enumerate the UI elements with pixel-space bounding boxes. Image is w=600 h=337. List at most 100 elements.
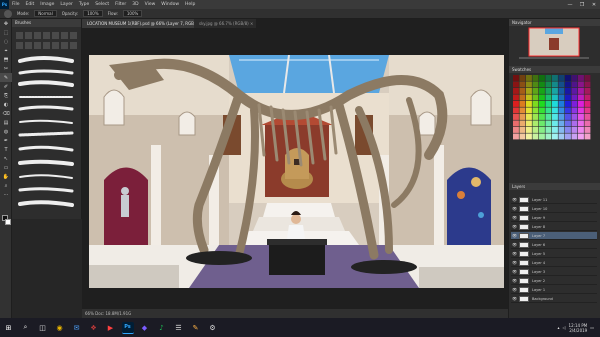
- color-swatch[interactable]: [565, 81, 571, 88]
- color-swatch[interactable]: [513, 127, 519, 133]
- layer-row[interactable]: 👁 Layer 11: [511, 196, 597, 204]
- color-swatch[interactable]: [558, 114, 565, 120]
- lasso-tool-icon[interactable]: ◌: [0, 37, 12, 46]
- color-swatch[interactable]: [545, 114, 552, 120]
- app-icon[interactable]: ◆: [139, 322, 151, 334]
- color-swatch[interactable]: [519, 107, 526, 114]
- menu-help[interactable]: Help: [182, 2, 198, 7]
- clock[interactable]: 12:14 PM 2/4/2019: [569, 323, 588, 333]
- color-swatch[interactable]: [545, 120, 552, 127]
- color-swatch[interactable]: [558, 133, 565, 140]
- flow-input[interactable]: 100%: [122, 10, 143, 17]
- color-swatch[interactable]: [571, 107, 578, 114]
- color-swatch[interactable]: [571, 75, 578, 81]
- color-swatch[interactable]: [545, 81, 552, 88]
- dodge-tool-icon[interactable]: ◍: [0, 127, 12, 136]
- color-swatch[interactable]: [584, 94, 591, 101]
- color-swatch[interactable]: [513, 120, 519, 127]
- color-swatch[interactable]: [578, 120, 584, 127]
- color-swatch[interactable]: [558, 81, 565, 88]
- color-swatch[interactable]: [526, 81, 532, 88]
- close-button[interactable]: ✕: [588, 2, 600, 8]
- color-swatch[interactable]: [565, 127, 571, 133]
- color-swatch[interactable]: [532, 101, 539, 107]
- color-swatch[interactable]: [513, 88, 519, 94]
- color-swatch[interactable]: [519, 101, 526, 107]
- layer-row[interactable]: 👁 Layer 6: [511, 241, 597, 249]
- settings-icon[interactable]: ⚙: [207, 322, 219, 334]
- network-icon[interactable]: ▴: [557, 325, 559, 330]
- brush-tool-icon[interactable]: ✎: [0, 73, 12, 82]
- color-swatch[interactable]: [578, 101, 584, 107]
- color-swatch[interactable]: [539, 107, 545, 114]
- color-swatch[interactable]: [526, 101, 532, 107]
- color-swatch[interactable]: [578, 88, 584, 94]
- color-swatch[interactable]: [584, 107, 591, 114]
- visibility-eye-icon[interactable]: 👁: [512, 214, 517, 222]
- color-swatch[interactable]: [532, 81, 539, 88]
- color-swatch[interactable]: [565, 94, 571, 101]
- color-swatch[interactable]: [519, 133, 526, 140]
- menu-file[interactable]: File: [9, 2, 23, 7]
- canvas-artwork[interactable]: [89, 55, 504, 288]
- color-swatch[interactable]: [578, 127, 584, 133]
- task-view-icon[interactable]: ◫: [37, 322, 49, 334]
- maximize-button[interactable]: ❐: [576, 2, 588, 8]
- color-swatch[interactable]: [584, 75, 591, 81]
- notes-icon[interactable]: ☰: [173, 322, 185, 334]
- color-swatch[interactable]: [571, 120, 578, 127]
- color-swatch[interactable]: [565, 107, 571, 114]
- color-swatch[interactable]: [539, 120, 545, 127]
- opacity-input[interactable]: 100%: [83, 10, 103, 17]
- path-select-tool-icon[interactable]: ↖: [0, 154, 12, 163]
- color-swatch[interactable]: [539, 94, 545, 101]
- color-swatch[interactable]: [539, 101, 545, 107]
- crop-tool-icon[interactable]: ⬒: [0, 55, 12, 64]
- color-swatch[interactable]: [565, 133, 571, 140]
- color-swatch[interactable]: [578, 114, 584, 120]
- color-swatch[interactable]: [545, 127, 552, 133]
- marquee-tool-icon[interactable]: ⬚: [0, 28, 12, 37]
- color-swatches-grid[interactable]: [509, 73, 600, 149]
- color-swatch[interactable]: [519, 75, 526, 81]
- color-swatch[interactable]: [526, 114, 532, 120]
- menu-3d[interactable]: 3D: [129, 2, 141, 7]
- color-swatch[interactable]: [539, 75, 545, 81]
- color-swatch[interactable]: [558, 127, 565, 133]
- brush-preset-icon[interactable]: [4, 9, 12, 18]
- pencil-tool-icon[interactable]: ✐: [0, 82, 12, 91]
- color-swatch[interactable]: [526, 133, 532, 140]
- layer-row[interactable]: 👁 Layer 2: [511, 277, 597, 285]
- color-swatch[interactable]: [539, 114, 545, 120]
- volume-icon[interactable]: ◁: [562, 325, 565, 330]
- menu-type[interactable]: Type: [76, 2, 92, 7]
- color-swatch[interactable]: [513, 114, 519, 120]
- color-swatch[interactable]: [571, 81, 578, 88]
- document-tab-active[interactable]: LOCATION MUSEUM 1(RBF).psd @ 66% (Layer …: [82, 19, 203, 28]
- color-swatch[interactable]: [558, 107, 565, 114]
- color-swatch[interactable]: [552, 114, 558, 120]
- color-swatch[interactable]: [552, 81, 558, 88]
- color-swatch[interactable]: [526, 107, 532, 114]
- color-swatch[interactable]: [565, 114, 571, 120]
- color-swatch[interactable]: [519, 114, 526, 120]
- color-swatch[interactable]: [552, 75, 558, 81]
- color-swatch[interactable]: [584, 81, 591, 88]
- color-swatch[interactable]: [584, 120, 591, 127]
- menu-view[interactable]: View: [142, 2, 159, 7]
- menu-layer[interactable]: Layer: [57, 2, 76, 7]
- move-tool-icon[interactable]: ✥: [0, 19, 12, 28]
- color-swatch[interactable]: [532, 75, 539, 81]
- color-swatch[interactable]: [565, 75, 571, 81]
- color-swatch[interactable]: [532, 94, 539, 101]
- color-swatch[interactable]: [545, 94, 552, 101]
- color-swatch[interactable]: [565, 88, 571, 94]
- color-swatch[interactable]: [532, 107, 539, 114]
- color-swatch[interactable]: [584, 127, 591, 133]
- brush-presets-list[interactable]: [12, 27, 82, 219]
- visibility-eye-icon[interactable]: 👁: [512, 286, 517, 294]
- hand-tool-icon[interactable]: ✋: [0, 172, 12, 181]
- pen-tool-icon[interactable]: ✒: [0, 136, 12, 145]
- mode-select[interactable]: Normal: [34, 10, 57, 17]
- color-swatch[interactable]: [571, 114, 578, 120]
